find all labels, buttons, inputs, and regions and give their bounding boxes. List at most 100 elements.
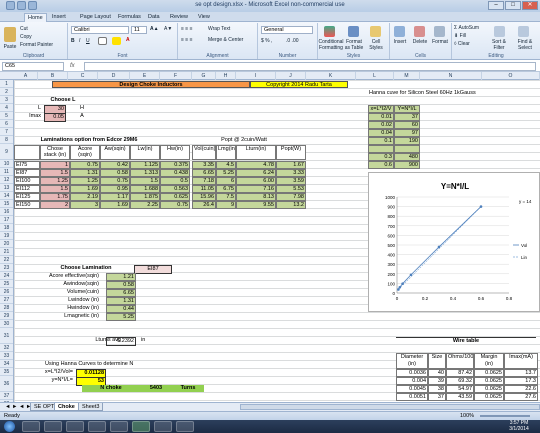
- lam-cell[interactable]: 15.96: [192, 193, 216, 201]
- underline-button[interactable]: U: [86, 38, 90, 44]
- lam-cell[interactable]: 7.16: [236, 185, 276, 193]
- lam-cell[interactable]: 1.25: [70, 177, 100, 185]
- row-header[interactable]: 2: [0, 88, 13, 96]
- shrink-font-button[interactable]: A▼: [164, 26, 172, 32]
- choose-lamination-header[interactable]: Choose Lamination: [36, 265, 136, 272]
- lam-cell[interactable]: 1.75: [40, 193, 70, 201]
- lam-cell[interactable]: 1.17: [100, 193, 130, 201]
- wire-cell[interactable]: 39: [428, 377, 446, 385]
- row-header[interactable]: 24: [0, 272, 13, 280]
- minimize-button[interactable]: –: [488, 1, 504, 10]
- param-value[interactable]: 5.25: [106, 313, 136, 321]
- lam-cell[interactable]: 4.5: [216, 161, 236, 169]
- lam-cell[interactable]: 3: [70, 201, 100, 209]
- taskbar-file-icon[interactable]: [110, 421, 128, 432]
- fx-icon[interactable]: fx: [70, 62, 82, 71]
- row-header[interactable]: 16: [0, 208, 13, 216]
- lam-cell[interactable]: 0.42: [100, 161, 130, 169]
- column-header[interactable]: O: [482, 72, 540, 80]
- column-header[interactable]: J: [276, 72, 306, 80]
- lam-cell[interactable]: 7.18: [192, 177, 216, 185]
- wire-cell[interactable]: 0.0625: [474, 385, 504, 393]
- wire-cell[interactable]: 0.0625: [474, 377, 504, 385]
- lam-header-cell[interactable]: Chose stack (in): [40, 145, 70, 160]
- taskbar-word-icon[interactable]: [154, 421, 172, 432]
- lam-cell[interactable]: 0.58: [100, 169, 130, 177]
- column-header[interactable]: A: [14, 72, 38, 80]
- hanna-cell[interactable]: 0.6: [368, 161, 394, 169]
- lam-header-cell[interactable]: Acore (sqin): [70, 145, 100, 160]
- wire-cell[interactable]: 54.97: [446, 385, 474, 393]
- lam-cell[interactable]: 1.69: [100, 201, 130, 209]
- format-as-table-icon[interactable]: [348, 26, 359, 37]
- insert-button[interactable]: Insert: [390, 39, 410, 45]
- lturns-unit[interactable]: in: [140, 337, 154, 344]
- lam-header-cell[interactable]: Lw(in): [130, 145, 160, 160]
- column-header[interactable]: F: [160, 72, 192, 80]
- row-header[interactable]: 34: [0, 360, 13, 368]
- row-header[interactable]: 36: [0, 376, 13, 392]
- param-value[interactable]: 0.58: [106, 281, 136, 289]
- lam-header-cell[interactable]: Lturn(in): [236, 145, 276, 160]
- row-header[interactable]: 21: [0, 248, 13, 256]
- decimal-icon[interactable]: .0 .00: [286, 38, 299, 44]
- row-header[interactable]: 5: [0, 112, 13, 120]
- lam-cell[interactable]: 0.5: [160, 177, 190, 185]
- wire-cell[interactable]: 27.6: [504, 393, 538, 401]
- hanna-cell[interactable]: 0.02: [368, 121, 394, 129]
- cut-button[interactable]: Cut: [20, 26, 28, 32]
- column-header[interactable]: B: [38, 72, 68, 80]
- column-header[interactable]: C: [68, 72, 98, 80]
- lam-cell[interactable]: 7.5: [216, 193, 236, 201]
- lam-header-cell[interactable]: Popt(W): [276, 145, 306, 160]
- lam-cell[interactable]: EI112: [14, 185, 40, 193]
- lam-cell[interactable]: 0.375: [160, 161, 190, 169]
- insert-icon[interactable]: [394, 26, 405, 37]
- lam-cell[interactable]: 11.05: [192, 185, 216, 193]
- grow-font-button[interactable]: A▲: [150, 26, 159, 32]
- number-format-select[interactable]: General: [261, 26, 313, 34]
- format-button[interactable]: Format: [430, 39, 450, 45]
- row-header[interactable]: 20: [0, 240, 13, 248]
- lam-cell[interactable]: 1.31: [70, 169, 100, 177]
- paste-icon[interactable]: [4, 27, 16, 42]
- row-header[interactable]: 9: [0, 144, 13, 160]
- maximize-button[interactable]: □: [505, 1, 521, 10]
- row-header[interactable]: 37: [0, 392, 13, 400]
- hanna-cell[interactable]: [368, 145, 394, 153]
- taskbar-excel-icon[interactable]: [132, 421, 150, 432]
- param-label[interactable]: Lmagnetic (in): [14, 313, 100, 320]
- horizontal-scrollbar[interactable]: [240, 404, 540, 410]
- hanna-cell[interactable]: 37: [394, 113, 420, 121]
- row-header[interactable]: 3: [0, 96, 13, 104]
- hanna-cell[interactable]: 60: [394, 121, 420, 129]
- tab-view[interactable]: View: [198, 13, 210, 22]
- row-header[interactable]: 1: [0, 80, 13, 88]
- param-label[interactable]: Volume(cuin): [14, 289, 100, 296]
- zoom-level[interactable]: 100%: [460, 413, 474, 419]
- lam-cell[interactable]: 2.25: [130, 201, 160, 209]
- row-header[interactable]: 19: [0, 232, 13, 240]
- format-painter-button[interactable]: Format Painter: [20, 42, 53, 48]
- row-header[interactable]: 8: [0, 136, 13, 144]
- merge-center-button[interactable]: Merge & Center: [208, 37, 243, 43]
- lam-cell[interactable]: EI75: [14, 161, 40, 169]
- param-label[interactable]: Acore effective(sqin): [14, 273, 100, 280]
- row-header[interactable]: 25: [0, 280, 13, 288]
- format-as-table-button[interactable]: Format as Table: [344, 39, 364, 51]
- row-header[interactable]: 33: [0, 352, 13, 360]
- lam-cell[interactable]: 1.25: [40, 177, 70, 185]
- lam-header-cell[interactable]: Hw(in): [160, 145, 190, 160]
- column-header[interactable]: I: [236, 72, 276, 80]
- hanna-cell[interactable]: 0.04: [368, 129, 394, 137]
- lam-cell[interactable]: 1.5: [40, 185, 70, 193]
- currency-icon[interactable]: $ % ,: [261, 38, 272, 44]
- hanna-cell[interactable]: 97: [394, 129, 420, 137]
- column-header[interactable]: L: [356, 72, 394, 80]
- lam-cell[interactable]: 9.55: [236, 201, 276, 209]
- copyright-cell[interactable]: Copyright 2014 Radu Tarta: [250, 81, 348, 88]
- taskbar-chrome-icon[interactable]: [66, 421, 84, 432]
- wire-cell[interactable]: 0.004: [396, 377, 428, 385]
- column-header[interactable]: E: [130, 72, 160, 80]
- tab-choke[interactable]: Choke: [54, 403, 79, 411]
